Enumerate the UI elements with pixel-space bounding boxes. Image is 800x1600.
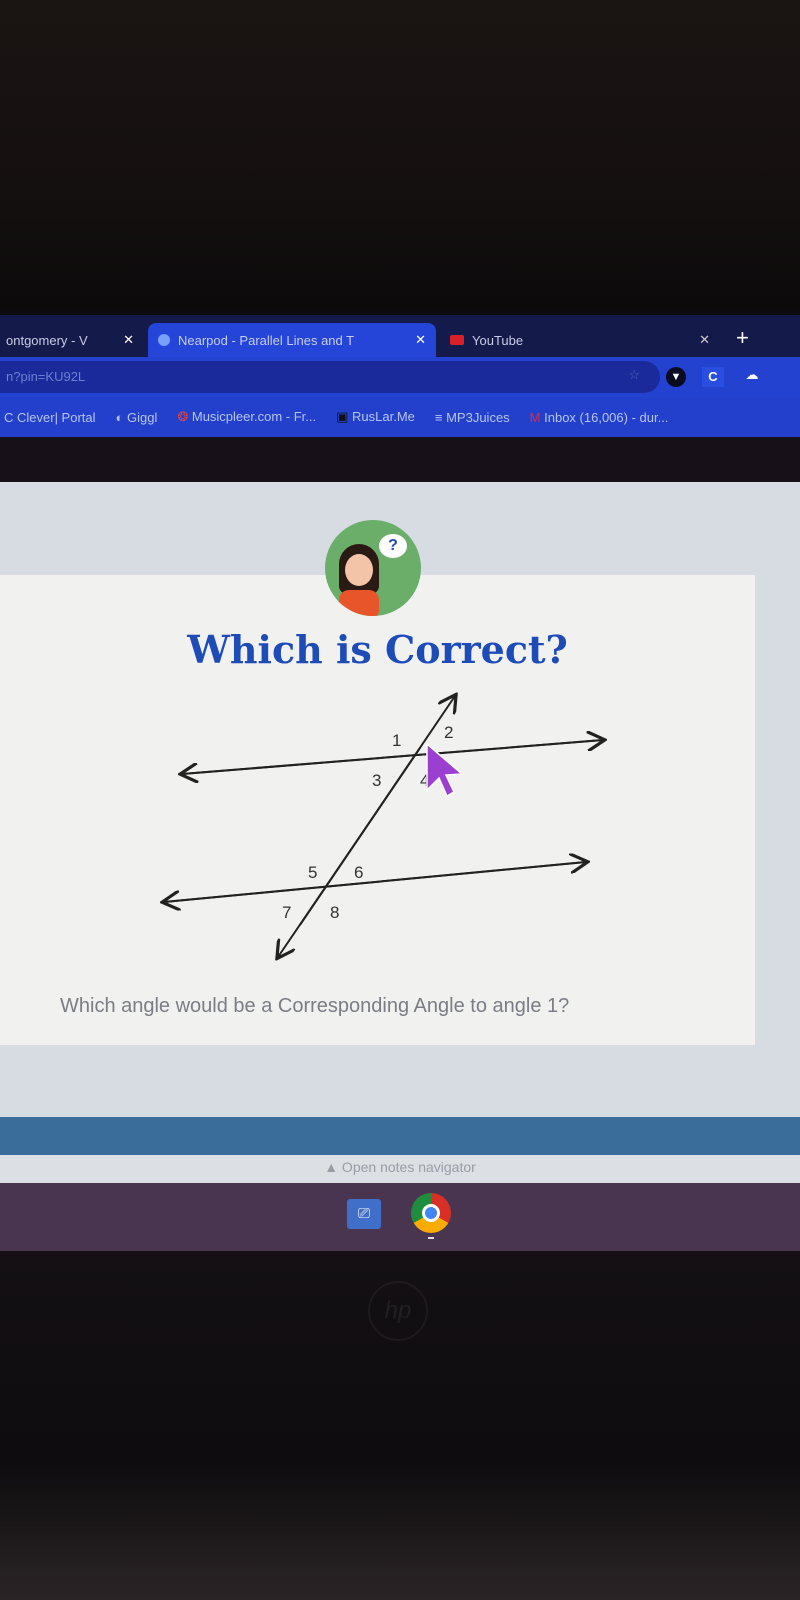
angle-label-1: 1 [392, 731, 401, 750]
hp-logo: hp [368, 1281, 428, 1341]
open-notes-navigator[interactable]: ▲ Open notes navigator [0, 1155, 800, 1183]
angle-label-3: 3 [372, 771, 381, 790]
angle-label-2: 2 [444, 723, 453, 742]
angle-label-7: 7 [282, 903, 291, 922]
nearpod-bottom-bar [0, 1117, 800, 1155]
os-shelf: ⎚ [0, 1183, 800, 1251]
angle-label-6: 6 [354, 863, 363, 882]
question-text: Which angle would be a Corresponding Ang… [60, 995, 570, 1017]
angle-label-8: 8 [330, 903, 339, 922]
laptop-bezel: hp [0, 1251, 800, 1600]
transversal-down [278, 747, 421, 957]
cast-app-icon[interactable]: ⎚ [347, 1199, 381, 1229]
chrome-icon[interactable] [411, 1193, 451, 1233]
bottom-parallel-line-right [163, 862, 586, 903]
active-app-indicator [428, 1237, 434, 1239]
angle-label-5: 5 [308, 863, 317, 882]
